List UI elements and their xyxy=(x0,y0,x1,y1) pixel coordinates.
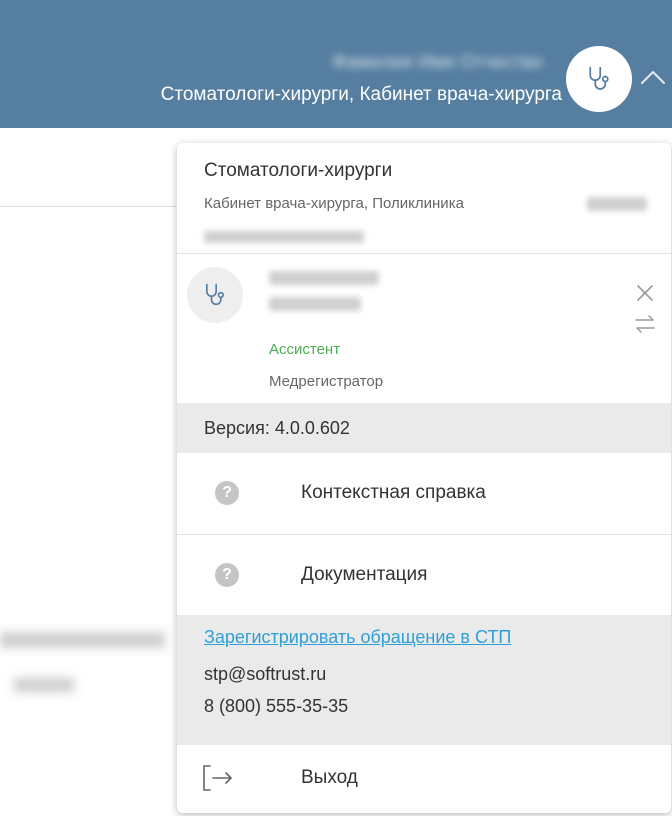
support-phone: 8 (800) 555-35-35 xyxy=(204,696,349,716)
version-label: Версия: 4.0.0.602 xyxy=(204,418,350,438)
menu-item-label: Контекстная справка xyxy=(301,482,486,503)
role-block: Ассистент Медрегистратор xyxy=(177,253,671,403)
logout-button[interactable]: Выход xyxy=(177,745,671,813)
user-avatar-button[interactable] xyxy=(566,46,632,112)
background-blurred-text xyxy=(0,632,165,648)
support-email: stp@softrust.ru xyxy=(204,664,327,684)
version-row: Версия: 4.0.0.602 xyxy=(177,403,671,453)
menu-item-documentation[interactable]: ? Документация xyxy=(177,535,671,615)
support-block: Зарегистрировать обращение в СТП stp@sof… xyxy=(177,615,671,745)
menu-item-context-help[interactable]: ? Контекстная справка xyxy=(177,453,671,533)
role-active[interactable]: Ассистент xyxy=(269,341,340,358)
blurred-user-name xyxy=(269,271,379,285)
help-circle-icon: ? xyxy=(215,563,239,587)
menu-item-label: Документация xyxy=(301,564,428,585)
background-divider xyxy=(0,206,176,207)
header-department: Стоматологи-хирурги, Кабинет врача-хирур… xyxy=(160,84,562,105)
organization-block: Стоматологи-хирурги Кабинет врача-хирург… xyxy=(177,143,671,253)
chevron-up-icon[interactable] xyxy=(638,62,668,92)
stethoscope-icon xyxy=(206,283,224,306)
app-page: Фамилия Имя Отчество Стоматологи-хирурги… xyxy=(0,0,672,816)
top-header-bar: Фамилия Имя Отчество Стоматологи-хирурги… xyxy=(0,0,672,128)
blurred-user-id xyxy=(269,297,361,311)
help-circle-icon: ? xyxy=(215,481,239,505)
blurred-org-detail xyxy=(587,197,647,211)
header-user-name: Фамилия Имя Отчество xyxy=(332,52,543,73)
stethoscope-icon xyxy=(589,66,609,90)
user-dropdown-menu: Стоматологи-хирурги Кабинет врача-хирург… xyxy=(177,143,671,813)
role-avatar xyxy=(187,267,243,323)
org-title: Стоматологи-хирурги xyxy=(204,160,393,181)
org-subtitle: Кабинет врача-хирурга, Поликлиника xyxy=(204,195,464,212)
role-other[interactable]: Медрегистратор xyxy=(269,373,383,390)
swap-icon[interactable] xyxy=(633,313,657,335)
logout-label: Выход xyxy=(301,767,358,788)
blurred-org-detail xyxy=(204,231,364,243)
register-support-request-link[interactable]: Зарегистрировать обращение в СТП xyxy=(204,627,511,648)
close-icon[interactable] xyxy=(635,283,655,303)
logout-icon xyxy=(203,765,232,791)
background-blurred-text xyxy=(14,678,74,692)
